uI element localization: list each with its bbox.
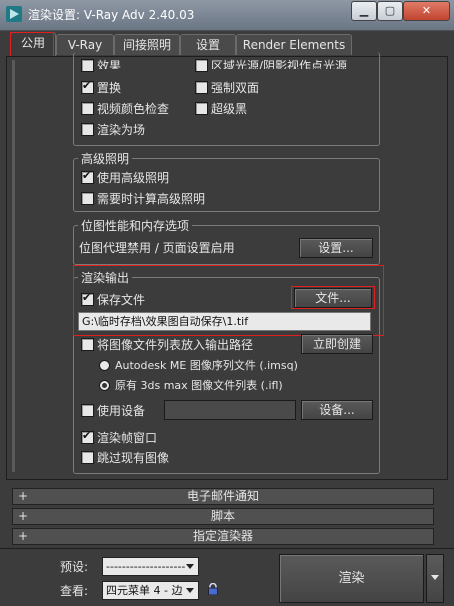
render-to-fields-checkbox[interactable] bbox=[81, 123, 94, 136]
window-title: 渲染设置: V-Ray Adv 2.40.03 bbox=[28, 8, 195, 22]
maximize-button[interactable]: ▢ bbox=[377, 1, 403, 21]
render-options-dropdown[interactable] bbox=[426, 554, 444, 603]
use-device-label: 使用设备 bbox=[97, 404, 146, 418]
rendered-frame-window-checkbox[interactable] bbox=[81, 429, 94, 444]
video-color-check-checkbox[interactable] bbox=[81, 102, 94, 115]
lock-icon[interactable] bbox=[207, 583, 219, 595]
devices-button[interactable]: 设备... bbox=[301, 400, 373, 420]
rendered-frame-window-label: 渲染帧窗口 bbox=[97, 431, 158, 445]
effects-label: 效果 bbox=[97, 59, 122, 69]
chevron-down-icon bbox=[186, 564, 194, 569]
super-black-label: 超级黑 bbox=[211, 102, 248, 116]
legacy-ifl-radio[interactable] bbox=[99, 380, 110, 391]
view-dropdown[interactable]: 四元菜单 4 - 边 bbox=[102, 581, 199, 600]
bitmap-setup-button[interactable]: 设置... bbox=[299, 238, 373, 258]
super-black-checkbox[interactable] bbox=[195, 102, 208, 115]
rollout-assign-renderer[interactable]: + 指定渲染器 bbox=[12, 528, 434, 545]
preset-label: 预设: bbox=[60, 560, 89, 574]
title-bar: 渲染设置: V-Ray Adv 2.40.03 ▁ ▢ ✕ bbox=[0, 0, 454, 31]
put-image-list-checkbox[interactable] bbox=[81, 338, 94, 351]
device-field[interactable] bbox=[164, 400, 296, 420]
compute-on-demand-label: 需要时计算高级照明 bbox=[97, 192, 206, 206]
use-advanced-lighting-checkbox[interactable] bbox=[81, 169, 94, 184]
render-to-fields-label: 渲染为场 bbox=[97, 123, 146, 137]
rollout-label: 指定渲染器 bbox=[192, 529, 253, 543]
put-image-list-label: 将图像文件列表放入输出路径 bbox=[97, 338, 254, 352]
autodesk-imsq-label: Autodesk ME 图像序列文件 (.imsq) bbox=[115, 359, 298, 372]
rollout-label: 电子邮件通知 bbox=[186, 489, 259, 503]
use-device-checkbox[interactable] bbox=[81, 404, 94, 417]
tab-common[interactable]: 公用 bbox=[10, 32, 56, 56]
rollout-scripts[interactable]: + 脚本 bbox=[12, 508, 434, 525]
use-advanced-lighting-label: 使用高级照明 bbox=[97, 171, 170, 185]
close-button[interactable]: ✕ bbox=[403, 1, 450, 21]
create-now-button[interactable]: 立即创建 bbox=[301, 334, 373, 354]
app-icon bbox=[6, 6, 22, 22]
advanced-lighting-title: 高级照明 bbox=[78, 150, 133, 167]
skip-existing-label: 跳过现有图像 bbox=[97, 451, 170, 465]
area-lights-label: 区域光源/阴影视作点光源 bbox=[211, 59, 348, 69]
force-two-sided-checkbox[interactable] bbox=[195, 81, 208, 94]
autodesk-imsq-radio[interactable] bbox=[99, 360, 110, 371]
chevron-down-icon bbox=[186, 588, 194, 593]
render-button[interactable]: 渲染 bbox=[279, 554, 424, 603]
save-file-checkbox[interactable] bbox=[81, 291, 94, 306]
area-lights-checkbox[interactable] bbox=[195, 59, 208, 72]
video-color-check-label: 视频颜色检查 bbox=[97, 102, 170, 116]
minimize-button[interactable]: ▁ bbox=[351, 1, 377, 21]
view-label: 查看: bbox=[60, 584, 89, 598]
displacement-checkbox[interactable] bbox=[81, 79, 94, 94]
force-two-sided-label: 强制双面 bbox=[211, 81, 260, 95]
preset-dropdown[interactable]: -------------------- bbox=[102, 557, 199, 576]
panel-scrollbar[interactable] bbox=[12, 60, 15, 472]
bottom-bar: 预设: -------------------- 查看: 四元菜单 4 - 边 … bbox=[0, 548, 454, 606]
rollout-email-notifications[interactable]: + 电子邮件通知 bbox=[12, 488, 434, 505]
render-output-title: 渲染输出 bbox=[78, 269, 133, 286]
rollout-label: 脚本 bbox=[210, 509, 235, 523]
files-button[interactable]: 文件... bbox=[294, 288, 372, 308]
skip-existing-checkbox[interactable] bbox=[81, 451, 94, 464]
bitmap-performance-title: 位图性能和内存选项 bbox=[78, 217, 193, 234]
effects-checkbox[interactable] bbox=[81, 59, 94, 72]
compute-on-demand-checkbox[interactable] bbox=[81, 192, 94, 205]
displacement-label: 置换 bbox=[97, 81, 122, 95]
output-path-field[interactable]: G:\临时存档\效果图自动保存\1.tif bbox=[78, 312, 371, 331]
bitmap-proxy-status: 位图代理禁用 / 页面设置启用 bbox=[79, 241, 235, 255]
save-file-label: 保存文件 bbox=[97, 293, 146, 307]
legacy-ifl-label: 原有 3ds max 图像文件列表 (.ifl) bbox=[115, 379, 283, 392]
